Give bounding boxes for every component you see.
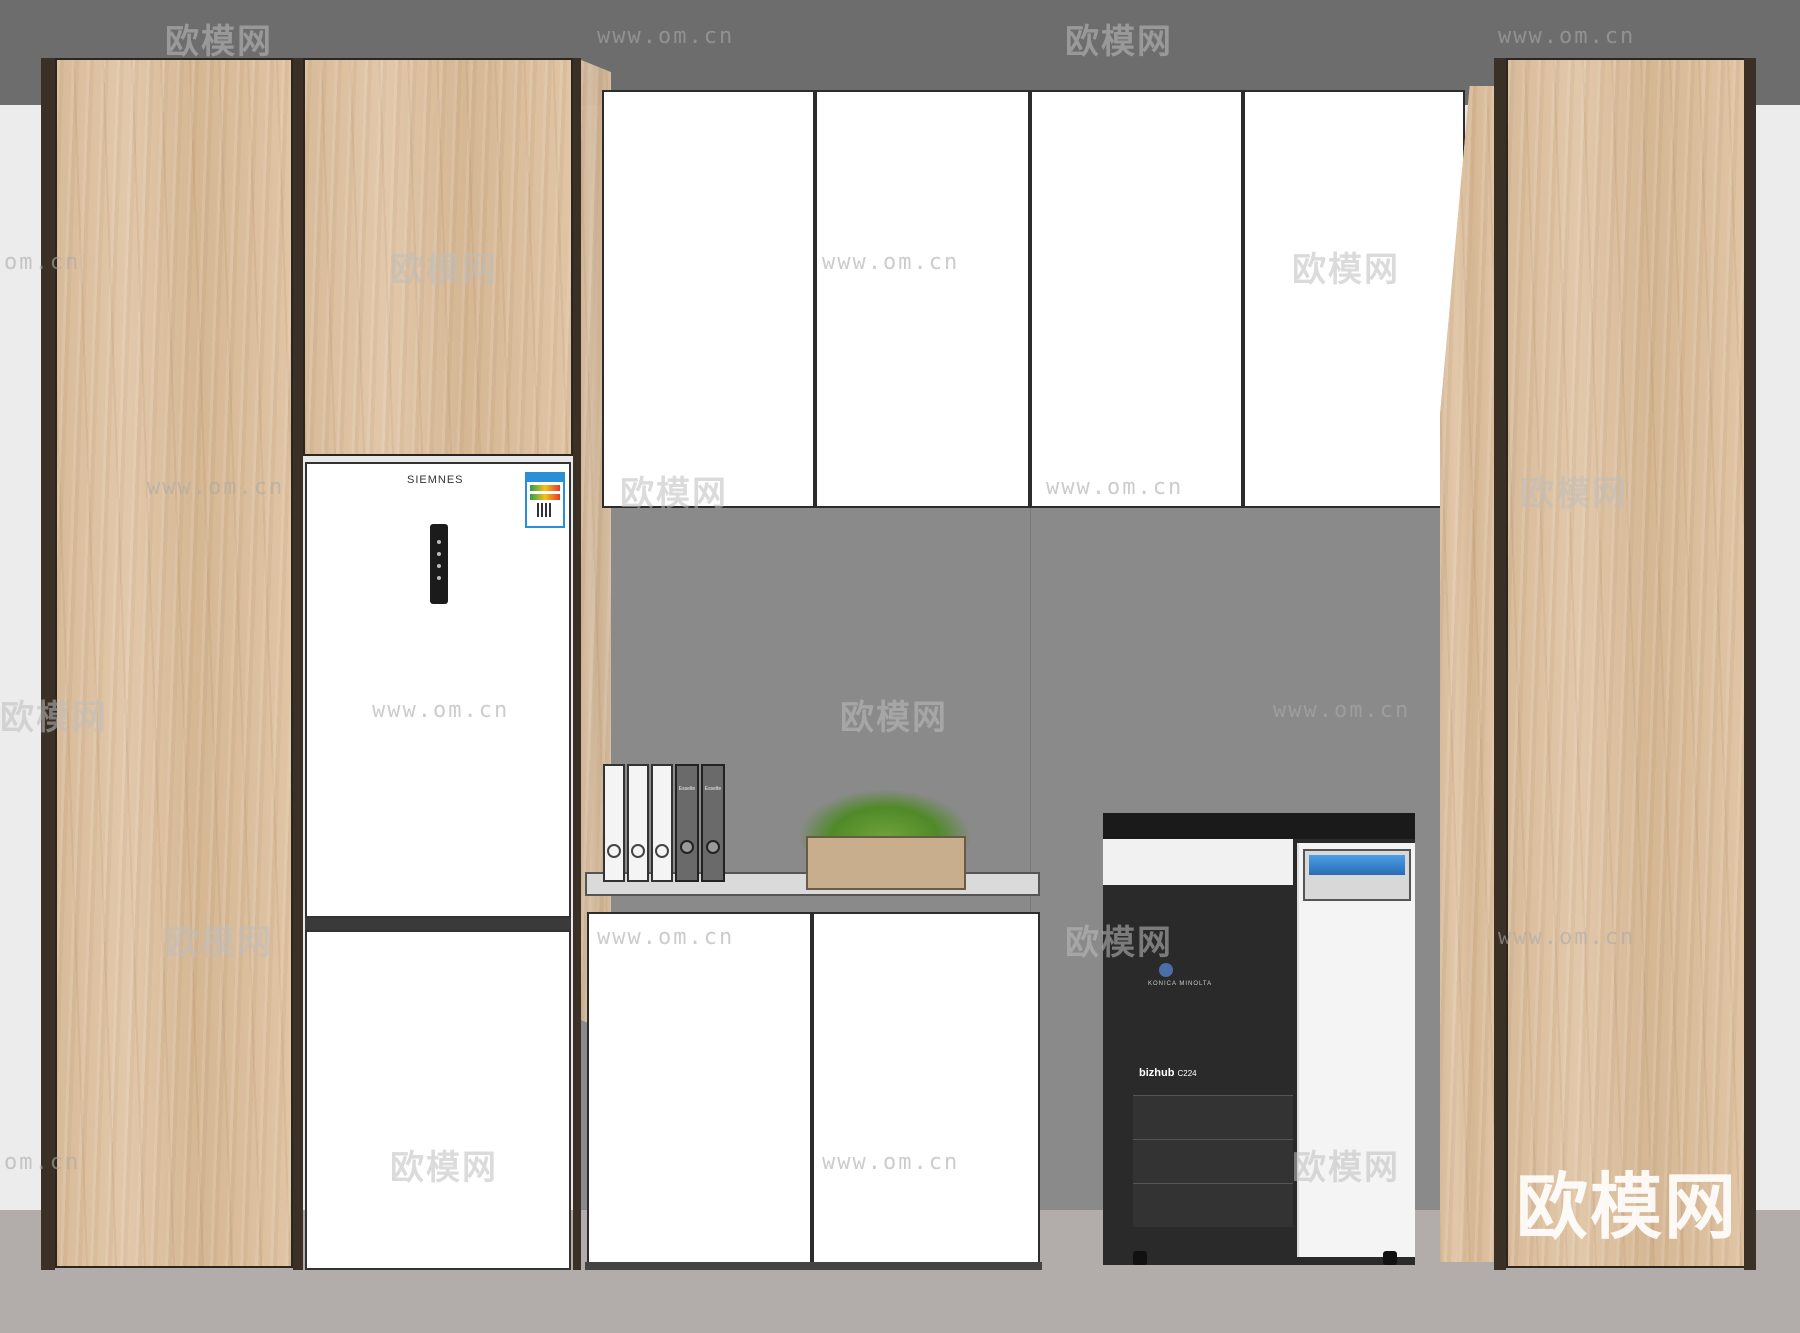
- binder-1[interactable]: [603, 764, 625, 882]
- watermark-url: www.om.cn: [822, 1150, 960, 1175]
- printer-paper-tray-2[interactable]: [1133, 1139, 1293, 1183]
- printer-logo-icon: [1159, 963, 1173, 977]
- watermark-logo: 欧模网: [840, 699, 948, 737]
- binder-5-label: Esselte: [704, 786, 722, 792]
- watermark-url-partial: om.cn: [4, 1150, 81, 1175]
- printer-top: [1103, 813, 1415, 839]
- watermark-url: www.om.cn: [1498, 925, 1636, 950]
- energy-label: [525, 472, 565, 528]
- watermark-logo: 欧模网: [1065, 23, 1173, 61]
- watermark-url: www.om.cn: [372, 698, 510, 723]
- binder-3[interactable]: [651, 764, 673, 882]
- right-tall-cabinet-door[interactable]: [1506, 58, 1746, 1268]
- printer-model-name: bizhub: [1139, 1067, 1175, 1079]
- fridge-brand-label: SIEMNES: [407, 474, 464, 486]
- watermark-logo: 欧模网: [1065, 924, 1173, 962]
- right-tall-cabinet-edge: [1744, 58, 1756, 1270]
- left-tall-cabinet-door[interactable]: [55, 58, 293, 1268]
- right-side-wall: [1755, 105, 1800, 1225]
- printer-paper-tray-1[interactable]: [1133, 1095, 1293, 1139]
- upper-white-cabinet-door-4[interactable]: [1243, 90, 1465, 508]
- watermark-url: www.om.cn: [597, 925, 735, 950]
- watermark-url: www.om.cn: [1498, 24, 1636, 49]
- binder-2[interactable]: [627, 764, 649, 882]
- fridge-control-panel[interactable]: [430, 524, 448, 604]
- base-cabinet-door-left[interactable]: [587, 912, 812, 1264]
- watermark-logo: 欧模网: [1292, 251, 1400, 289]
- watermark-url: www.om.cn: [147, 475, 285, 500]
- fridge-niche-right-panel: [573, 58, 581, 1270]
- watermark-logo: 欧模网: [390, 1149, 498, 1187]
- watermark-url: www.om.cn: [597, 24, 735, 49]
- printer-model-label: bizhub C224: [1139, 1067, 1197, 1079]
- printer-model-number: C224: [1177, 1069, 1197, 1078]
- fridge-lower-door[interactable]: [305, 930, 571, 1270]
- watermark-url-partial: om.cn: [4, 250, 81, 275]
- base-cabinet-bottom: [585, 1262, 1042, 1270]
- binder-4-label: Esselte: [678, 786, 696, 792]
- planter-box: [806, 836, 966, 890]
- watermark-logo: 欧模网: [0, 699, 108, 737]
- printer-right-unit[interactable]: [1297, 843, 1415, 1257]
- watermark-logo: 欧模网: [165, 924, 273, 962]
- printer-white-band: [1103, 839, 1293, 885]
- watermark-url: www.om.cn: [822, 250, 960, 275]
- watermark-url: www.om.cn: [1273, 698, 1411, 723]
- printer-wheel-right: [1383, 1251, 1397, 1265]
- binder-4[interactable]: Esselte: [675, 764, 699, 882]
- right-divider-panel: [1494, 58, 1506, 1270]
- corner-watermark-logo: 欧模网: [1516, 1165, 1739, 1249]
- watermark-logo: 欧模网: [390, 251, 498, 289]
- watermark-logo: 欧模网: [165, 23, 273, 61]
- printer-wheel-left: [1133, 1251, 1147, 1265]
- watermark-logo: 欧模网: [620, 475, 728, 513]
- left-divider-panel: [293, 58, 303, 1270]
- watermark-logo: 欧模网: [1520, 475, 1628, 513]
- watermark-logo: 欧模网: [1292, 1149, 1400, 1187]
- printer-maker-label: KONICA MINOLTA: [1148, 981, 1213, 987]
- printer-body[interactable]: KONICA MINOLTA bizhub C224: [1103, 813, 1415, 1265]
- printer-paper-tray-3[interactable]: [1133, 1183, 1293, 1227]
- printer-touch-screen[interactable]: [1303, 849, 1411, 901]
- base-cabinet-door-right[interactable]: [812, 912, 1040, 1264]
- binder-5[interactable]: Esselte: [701, 764, 725, 882]
- upper-white-cabinet-door-2[interactable]: [815, 90, 1030, 508]
- left-tall-cabinet-edge: [41, 58, 55, 1270]
- fridge-gap: [305, 918, 571, 930]
- upper-white-cabinet-door-3[interactable]: [1030, 90, 1243, 508]
- fridge-upper-door[interactable]: SIEMNES: [305, 462, 571, 918]
- watermark-url: www.om.cn: [1046, 475, 1184, 500]
- upper-white-cabinet-door-1[interactable]: [602, 90, 815, 508]
